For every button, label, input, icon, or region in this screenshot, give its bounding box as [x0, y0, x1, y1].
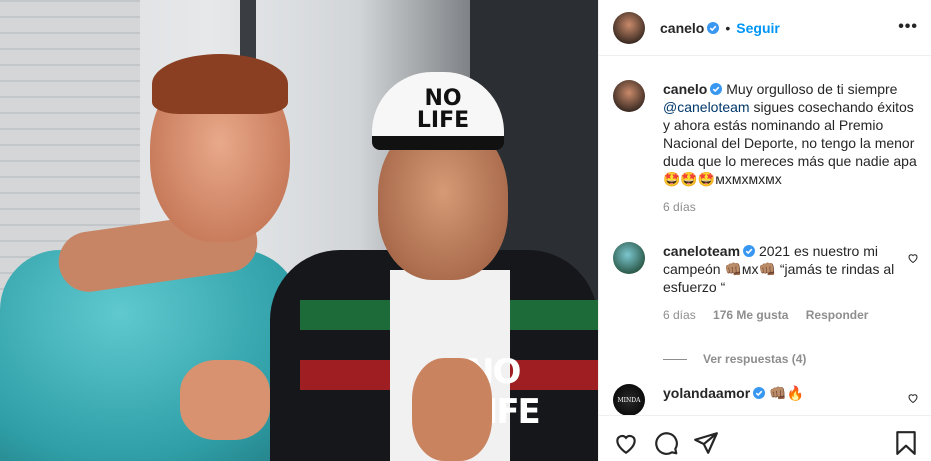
comment-avatar[interactable]: MINDA [613, 384, 645, 416]
photo-thumbs-up [412, 358, 492, 461]
comment-text: 👊🏽🔥 [769, 385, 804, 401]
caption-emoji-line: 🤩🤩🤩ᴍxᴍxᴍxᴍx [663, 171, 782, 187]
verified-badge-icon [710, 83, 723, 95]
header-separator: • [725, 19, 731, 36]
verified-badge-icon [707, 21, 720, 34]
heart-icon[interactable] [613, 430, 639, 456]
verified-badge-icon [743, 245, 756, 257]
share-icon[interactable] [693, 430, 719, 456]
caption-avatar[interactable] [613, 80, 645, 112]
comment-body: yolandaamor 👊🏽🔥 [663, 384, 923, 402]
follow-button[interactable]: Seguir [736, 20, 780, 36]
comment-body: caneloteam 2021 es nuestro mi campeón 👊🏽… [663, 242, 923, 296]
bookmark-icon[interactable] [893, 430, 919, 456]
comment-time[interactable]: 6 días [663, 308, 696, 322]
comment-reply-button[interactable]: Responder [806, 308, 869, 322]
post-header: canelo • Seguir ••• [599, 0, 931, 56]
photo-person-left-hair [152, 54, 288, 114]
caption-meta: 6 días [663, 200, 923, 214]
caption-time[interactable]: 6 días [663, 200, 696, 214]
comment-likes[interactable]: 176 Me gusta [713, 308, 788, 322]
comment-avatar[interactable] [613, 242, 645, 274]
post-actions-bar [599, 415, 931, 461]
caption-text-before: Muy orgulloso de ti siempre [726, 81, 898, 97]
more-options-icon[interactable]: ••• [898, 18, 918, 36]
comment-meta: 6 días 176 Me gusta Responder [663, 308, 923, 322]
view-replies-button[interactable]: Ver respuestas (4) [663, 352, 806, 366]
post-side-panel: canelo • Seguir ••• canelo Muy orgulloso… [598, 0, 931, 461]
avatar-logo-text: MINDA [617, 396, 641, 404]
view-replies-label: Ver respuestas (4) [703, 352, 807, 366]
comment-icon[interactable] [653, 430, 679, 456]
caption-body: canelo Muy orgulloso de ti siempre @cane… [663, 80, 923, 188]
comment-item: caneloteam 2021 es nuestro mi campeón 👊🏽… [613, 242, 923, 322]
comment-like-heart-icon[interactable] [907, 392, 919, 404]
comments-list[interactable]: canelo Muy orgulloso de ti siempre @cane… [599, 57, 931, 427]
author-username[interactable]: canelo [660, 20, 704, 36]
comment-username[interactable]: caneloteam [663, 243, 740, 259]
author-avatar[interactable] [613, 11, 645, 44]
post-photo[interactable]: NO LIFE NO LIFE [0, 0, 598, 461]
comment-item: MINDA yolandaamor 👊🏽🔥 [613, 384, 923, 416]
caption-username[interactable]: canelo [663, 81, 707, 97]
photo-fist [180, 360, 270, 440]
comment-username[interactable]: yolandaamor [663, 385, 750, 401]
verified-badge-icon [753, 387, 766, 399]
caption-comment: canelo Muy orgulloso de ti siempre @cane… [613, 80, 923, 214]
comment-like-heart-icon[interactable] [907, 252, 919, 264]
replies-divider-line [663, 358, 687, 360]
caption-mention-link[interactable]: @caneloteam [663, 99, 750, 115]
photo-cap-text: NO LIFE [416, 86, 470, 133]
